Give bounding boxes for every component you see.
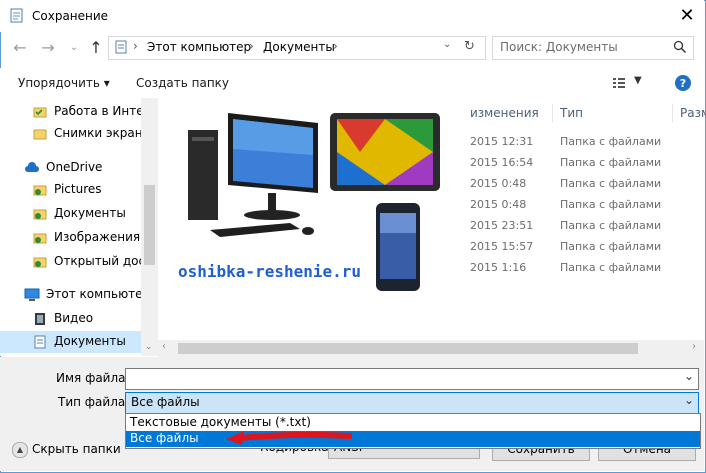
column-divider xyxy=(552,104,553,122)
sidebar-item-screenshots[interactable]: Снимки экрана xyxy=(0,123,150,145)
chevron-down-icon[interactable]: ⌄ xyxy=(684,369,694,383)
cloud-icon xyxy=(25,162,39,172)
sidebar-item-onedrive[interactable]: OneDrive xyxy=(0,157,141,179)
file-type: Папка с файлами xyxy=(560,135,662,148)
new-folder-button[interactable]: Создать папку xyxy=(136,76,229,90)
document-icon xyxy=(34,335,46,349)
horizontal-scroll-thumb[interactable] xyxy=(178,343,638,354)
breadcrumb-separator: › xyxy=(133,39,138,53)
sidebar-item-public[interactable]: Открытый дост xyxy=(0,251,152,273)
file-date: 2015 16:54 xyxy=(470,156,534,169)
mouse xyxy=(302,227,314,235)
sidebar-item-video[interactable]: Видео xyxy=(0,308,141,330)
filetype-label: Тип файла: xyxy=(58,395,130,409)
breadcrumb-this-pc[interactable]: Этот компьютер xyxy=(147,40,251,54)
sidebar-item-work[interactable]: Работа в Интер xyxy=(0,101,151,123)
address-dropdown-icon[interactable]: ⌄ xyxy=(443,39,451,50)
search-box[interactable]: Поиск: Документы xyxy=(492,36,694,60)
sidebar-item-pictures[interactable]: Pictures xyxy=(0,179,141,201)
view-dropdown-icon[interactable]: ▼ xyxy=(634,75,642,86)
file-date: 2015 23:51 xyxy=(470,219,534,232)
notepad-icon xyxy=(10,8,23,23)
sidebar-item-images[interactable]: Изображения xyxy=(0,227,141,249)
folder-icon xyxy=(33,233,47,244)
breadcrumb-separator: › xyxy=(333,39,338,53)
folder-icon xyxy=(33,257,47,268)
annotation-arrow-icon xyxy=(226,431,352,445)
folder-icon xyxy=(33,129,47,140)
file-type: Папка с файлами xyxy=(560,261,662,274)
file-date: 2015 0:48 xyxy=(470,177,527,190)
folder-icon xyxy=(33,209,47,220)
video-icon xyxy=(35,313,45,325)
filetype-value: Все файлы xyxy=(131,395,200,409)
filetype-option-all[interactable]: Все файлы xyxy=(126,431,700,447)
folder-icon xyxy=(33,185,47,196)
location-doc-icon xyxy=(115,40,127,54)
filename-label: Имя файла: xyxy=(56,371,130,385)
back-icon[interactable]: ← xyxy=(10,38,30,58)
address-bar[interactable]: › Этот компьютер › Документы › ⌄ ↻ xyxy=(108,36,486,60)
computer-icon xyxy=(24,288,40,301)
folder-icon xyxy=(33,107,47,118)
column-divider xyxy=(672,104,673,122)
breadcrumb-separator: › xyxy=(249,39,254,53)
column-size[interactable]: Разм xyxy=(680,106,706,120)
close-icon[interactable]: ✕ xyxy=(676,5,698,27)
scroll-left-icon[interactable]: ‹ xyxy=(162,341,166,352)
chevron-down-icon[interactable]: ⌄ xyxy=(684,393,694,407)
view-options-icon[interactable] xyxy=(612,76,626,90)
organize-button[interactable]: Упорядочить ▾ xyxy=(18,76,110,90)
sidebar-item-this-pc[interactable]: Этот компьютер xyxy=(0,284,150,306)
file-date: 2015 0:48 xyxy=(470,198,527,211)
chevron-up-icon[interactable]: ▲ xyxy=(12,442,28,458)
pc-tower xyxy=(188,130,218,220)
file-type: Папка с файлами xyxy=(560,177,662,190)
refresh-icon[interactable]: ↻ xyxy=(464,39,475,54)
filetype-select[interactable]: Все файлы ⌄ xyxy=(125,392,699,414)
column-type[interactable]: Тип xyxy=(560,106,583,120)
filename-input[interactable]: ⌄ xyxy=(125,368,699,390)
search-icon[interactable] xyxy=(673,40,687,54)
file-type: Папка с файлами xyxy=(560,156,662,169)
svg-text:?: ? xyxy=(680,77,686,90)
file-date: 2015 12:31 xyxy=(470,135,534,148)
breadcrumb-documents[interactable]: Документы xyxy=(263,40,335,54)
hide-folders-button[interactable]: Скрыть папки xyxy=(32,442,121,456)
scroll-down-icon[interactable]: ⌄ xyxy=(145,342,153,352)
search-placeholder: Поиск: Документы xyxy=(500,40,618,54)
filetype-option-txt[interactable]: Текстовые документы (*.txt) xyxy=(126,415,700,431)
sidebar-scroll-thumb[interactable] xyxy=(144,185,155,265)
help-icon[interactable]: ? xyxy=(674,74,692,92)
forward-icon[interactable]: → xyxy=(38,38,58,58)
filetype-dropdown-list: Текстовые документы (*.txt) Все файлы xyxy=(125,413,701,449)
file-type: Папка с файлами xyxy=(560,219,662,232)
scroll-right-icon[interactable]: › xyxy=(692,341,696,352)
file-date: 2015 1:16 xyxy=(470,261,527,274)
file-type: Папка с файлами xyxy=(560,198,662,211)
column-modified[interactable]: изменения xyxy=(470,106,539,120)
sidebar-item-onedrive-documents[interactable]: Документы xyxy=(0,203,141,225)
sidebar-item-documents[interactable]: Документы xyxy=(0,331,141,353)
up-icon[interactable]: ↑ xyxy=(86,38,106,58)
recent-dropdown-icon[interactable]: ⌄ xyxy=(64,38,84,58)
keyboard xyxy=(210,223,300,237)
watermark-text: oshibka-reshenie.ru xyxy=(178,262,362,281)
file-type: Папка с файлами xyxy=(560,240,662,253)
file-date: 2015 15:57 xyxy=(470,240,534,253)
navigation-pane: Работа в Интер Снимки экрана OneDrive Pi… xyxy=(0,98,152,356)
window-title: Сохранение xyxy=(32,9,109,23)
